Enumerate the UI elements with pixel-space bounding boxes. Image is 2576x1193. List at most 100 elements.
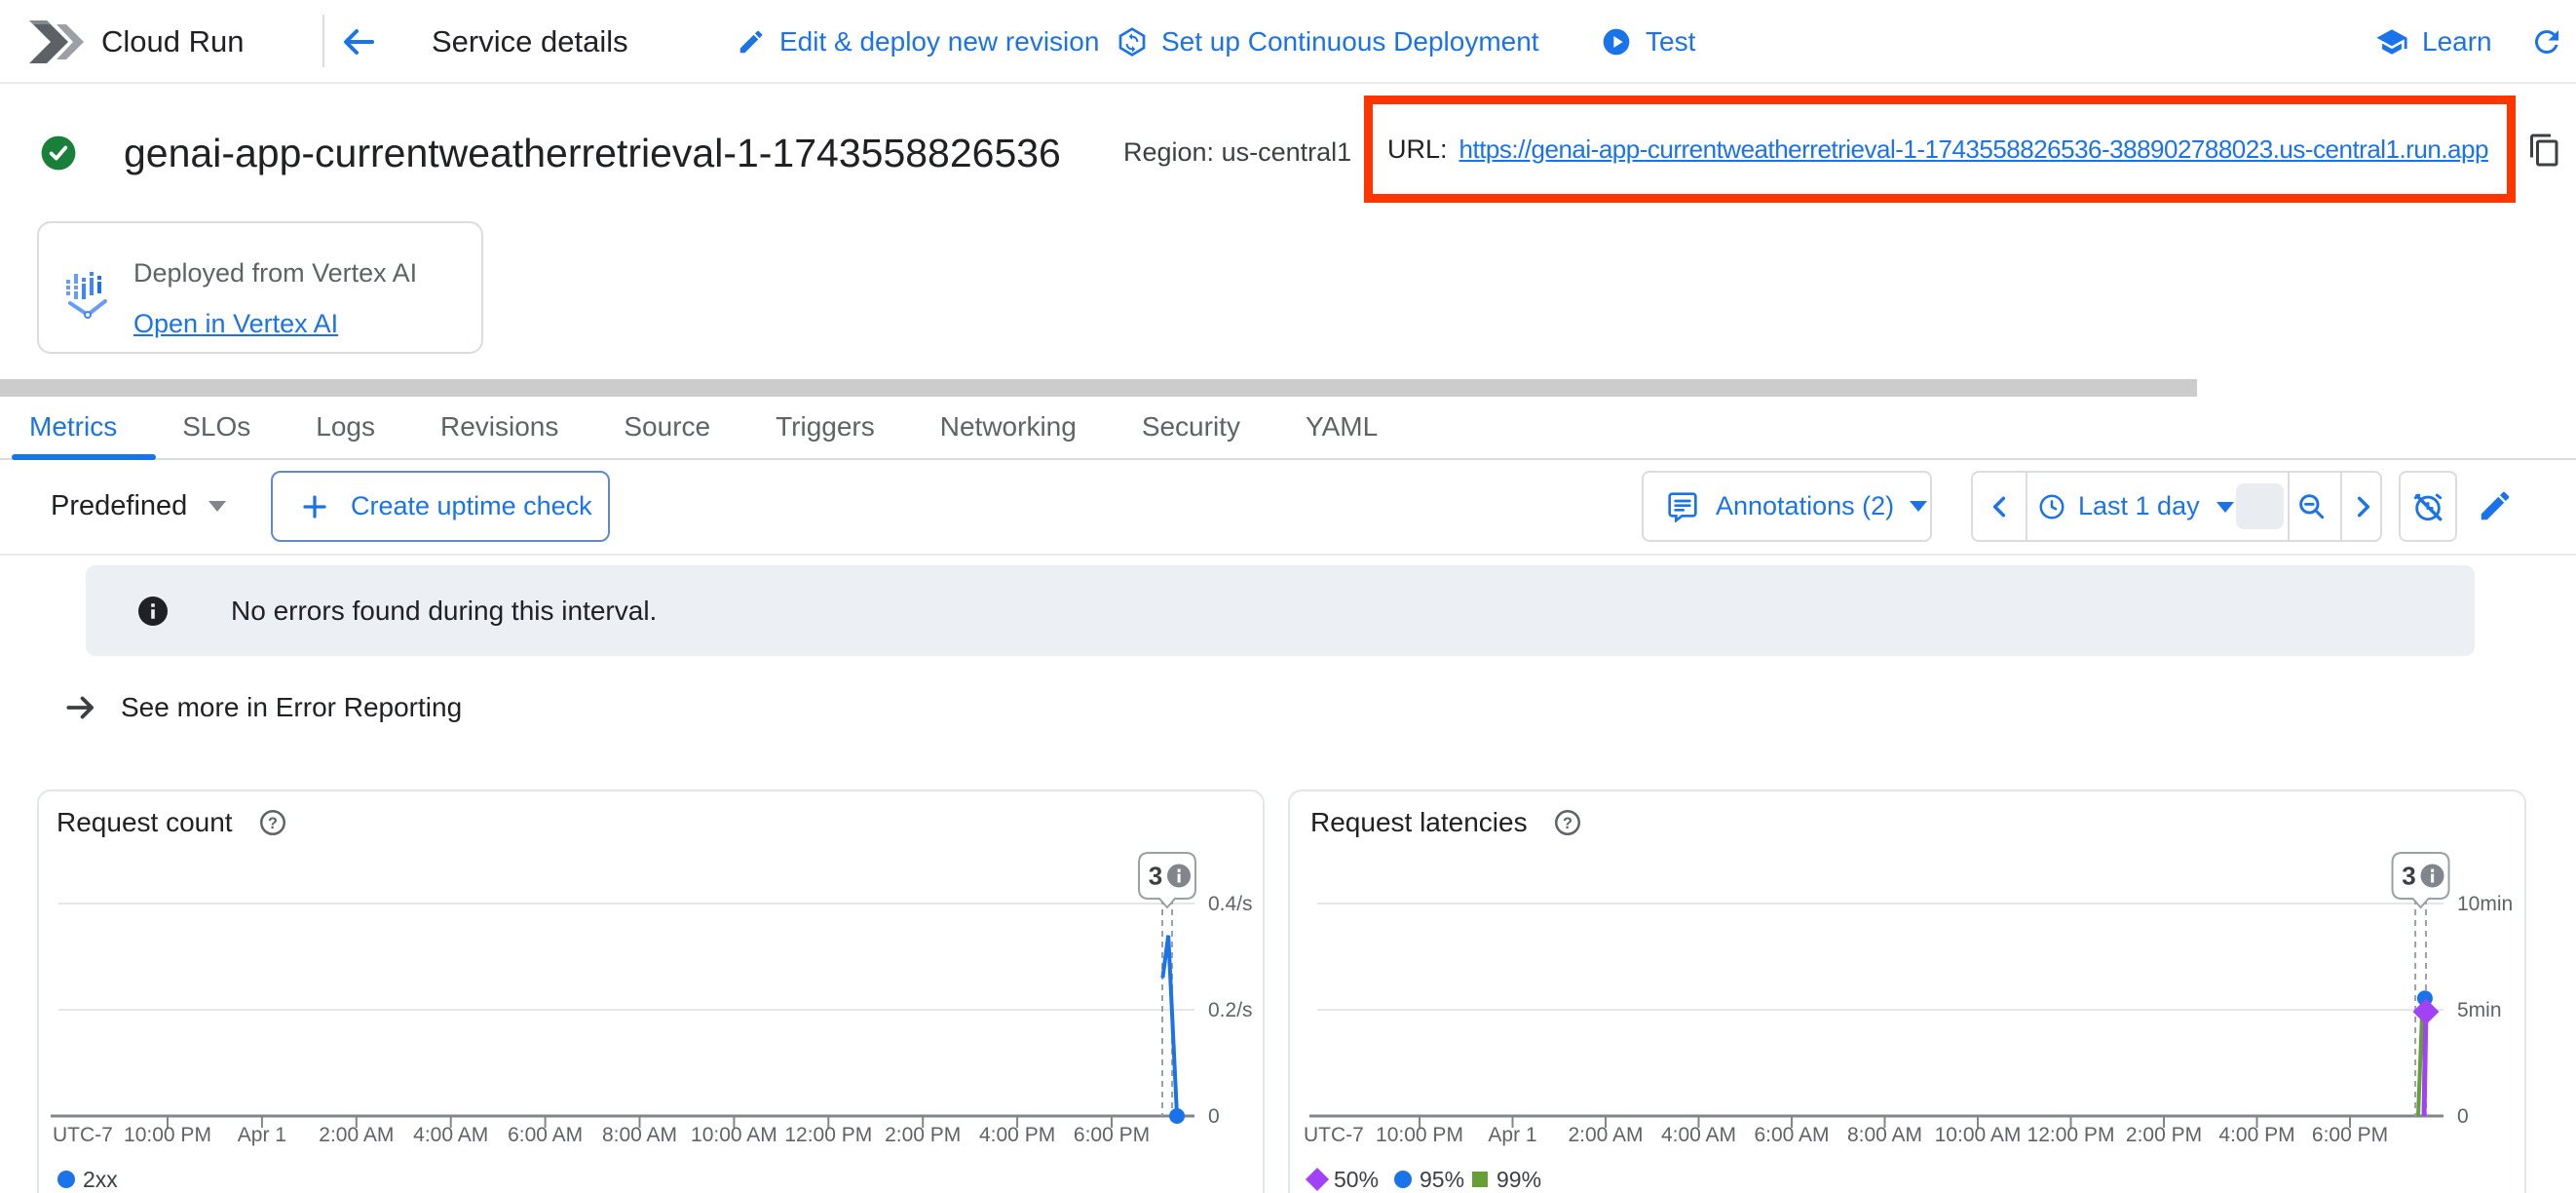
tab-revisions[interactable]: Revisions — [440, 411, 558, 443]
tab-triggers[interactable]: Triggers — [776, 411, 875, 443]
edit-deploy-button[interactable]: Edit & deploy new revision — [737, 0, 1099, 84]
service-status-ok-icon — [40, 135, 77, 172]
x-tick-label: 4:00 AM — [1661, 1124, 1736, 1146]
x-tick-label: 12:00 PM — [2027, 1124, 2115, 1146]
tab-slos[interactable]: SLOs — [182, 411, 250, 443]
create-uptime-check-label: Create uptime check — [351, 491, 592, 521]
x-tick-label: 6:00 AM — [508, 1124, 583, 1146]
x-tick-label: 8:00 AM — [1847, 1124, 1922, 1146]
cloud-run-service-details-page: Cloud Run Service details Edit & deploy … — [0, 0, 2576, 1193]
x-tick-label: 4:00 AM — [413, 1124, 488, 1146]
time-range-label[interactable]: Last 1 day — [2078, 473, 2200, 540]
page-title: Service details — [432, 0, 628, 84]
learn-button[interactable]: Learn — [2375, 0, 2492, 84]
open-in-vertex-ai-link[interactable]: Open in Vertex AI — [133, 309, 338, 339]
y-tick-label: 0.4/s — [1208, 893, 1253, 915]
time-range-zoom-slider[interactable] — [2236, 483, 2284, 529]
y-tick-label: 5min — [2457, 999, 2502, 1021]
x-tz-label: UTC-7 — [1304, 1124, 1364, 1146]
y-tick-label: 0 — [1208, 1105, 1220, 1128]
x-tick-label: 10:00 AM — [1935, 1124, 2022, 1146]
cloud-run-logo-icon — [27, 14, 84, 70]
toolbar-divider — [0, 554, 2576, 556]
vertex-card-title: Deployed from Vertex AI — [133, 258, 417, 289]
time-range-caret-icon — [2216, 502, 2234, 513]
x-tick-label: 6:00 AM — [1754, 1124, 1829, 1146]
edit-deploy-label: Edit & deploy new revision — [779, 26, 1099, 58]
continuous-deployment-label: Set up Continuous Deployment — [1161, 26, 1539, 58]
edit-chart-pencil-icon[interactable] — [2477, 487, 2514, 524]
x-tick-label: 6:00 PM — [2312, 1124, 2388, 1146]
time-group-divider-2 — [2288, 473, 2290, 540]
product-name[interactable]: Cloud Run — [101, 0, 244, 84]
test-button[interactable]: Test — [1601, 0, 1695, 84]
continuous-deployment-button[interactable]: Set up Continuous Deployment — [1117, 0, 1539, 84]
x-tick-label: 10:00 PM — [124, 1124, 211, 1146]
url-label: URL: — [1387, 135, 1448, 165]
x-tick-label: 2:00 PM — [2126, 1124, 2202, 1146]
request-latencies-card: Request latencies ? 05min10minUTC-710:00… — [1288, 789, 2526, 1193]
tab-bar-border — [0, 458, 2576, 460]
tab-source[interactable]: Source — [624, 411, 710, 443]
alerting-off-button[interactable] — [2399, 471, 2457, 542]
app-header: Cloud Run Service details Edit & deploy … — [0, 0, 2576, 84]
error-reporting-row[interactable]: See more in Error Reporting — [62, 682, 462, 733]
copy-url-icon[interactable] — [2527, 133, 2562, 168]
x-tick-label: 2:00 PM — [885, 1124, 961, 1146]
annotation-count: 3 — [2402, 862, 2415, 891]
legend-label: 2xx — [83, 1167, 118, 1192]
deployment-hexagon-icon — [1117, 26, 1148, 58]
tab-yaml[interactable]: YAML — [1306, 411, 1378, 443]
request-count-plot: 00.2/s0.4/sUTC-710:00 PMApr 12:00 AM4:00… — [37, 789, 1265, 1193]
legend-label: 99% — [1496, 1167, 1541, 1192]
y-tick-label: 0 — [2457, 1105, 2469, 1128]
service-region: Region: us-central1 — [1123, 137, 1351, 168]
learn-school-icon — [2375, 25, 2408, 58]
metric-set-label: Predefined — [51, 490, 187, 522]
alarm-off-icon — [2411, 490, 2444, 523]
x-tick-label: 6:00 PM — [1074, 1124, 1150, 1146]
time-range-group: Last 1 day — [1971, 471, 2382, 542]
time-back-chevron-icon[interactable] — [1985, 491, 2016, 522]
x-tick-label: 2:00 AM — [1568, 1124, 1643, 1146]
back-arrow-icon[interactable] — [339, 22, 378, 61]
create-uptime-check-button[interactable]: Create uptime check — [271, 471, 610, 542]
banner-text: No errors found during this interval. — [231, 565, 657, 656]
pencil-icon — [737, 27, 766, 57]
url-row: URL: https://genai-app-currentweatherret… — [1387, 96, 2488, 203]
x-tick-label: 10:00 PM — [1376, 1124, 1463, 1146]
learn-label: Learn — [2422, 26, 2492, 58]
tab-bar: Metrics SLOs Logs Revisions Source Triggers Ne… — [0, 400, 2576, 460]
x-tick-label: 10:00 AM — [691, 1124, 777, 1146]
tab-security[interactable]: Security — [1142, 411, 1240, 443]
x-tick-label: 2:00 AM — [319, 1124, 394, 1146]
clock-icon — [2037, 492, 2066, 521]
service-url-link[interactable]: https://genai-app-currentweatherretrieva… — [1459, 135, 2488, 165]
legend-label: 95% — [1420, 1167, 1464, 1192]
annotations-button[interactable]: Annotations (2) — [1642, 471, 1932, 542]
x-tick-label: 4:00 PM — [979, 1124, 1055, 1146]
horizontal-scrollbar[interactable] — [0, 379, 2197, 397]
vertex-ai-icon — [64, 266, 115, 321]
y-tick-label: 10min — [2457, 893, 2513, 915]
error-reporting-label: See more in Error Reporting — [121, 692, 462, 723]
tab-networking[interactable]: Networking — [940, 411, 1077, 443]
tab-metrics[interactable]: Metrics — [29, 411, 117, 443]
plus-icon — [300, 492, 329, 521]
refresh-icon[interactable] — [2529, 24, 2564, 59]
annotations-caret-icon — [1910, 501, 1927, 512]
annotations-icon — [1667, 491, 1698, 522]
header-divider — [322, 15, 324, 67]
time-group-divider-1 — [2026, 473, 2027, 540]
metric-set-caret-icon — [208, 501, 226, 512]
tab-logs[interactable]: Logs — [316, 411, 375, 443]
right-arrow-icon — [62, 689, 99, 726]
metric-set-dropdown[interactable]: Predefined — [51, 471, 226, 542]
x-tick-label: 8:00 AM — [602, 1124, 677, 1146]
zoom-out-icon[interactable] — [2296, 491, 2328, 522]
service-name: genai-app-currentweatherretrieval-1-1743… — [124, 131, 1061, 176]
active-tab-underline — [12, 454, 156, 460]
no-errors-banner: No errors found during this interval. — [86, 565, 2475, 656]
time-forward-chevron-icon[interactable] — [2347, 491, 2378, 522]
x-tick-label: 12:00 PM — [784, 1124, 872, 1146]
